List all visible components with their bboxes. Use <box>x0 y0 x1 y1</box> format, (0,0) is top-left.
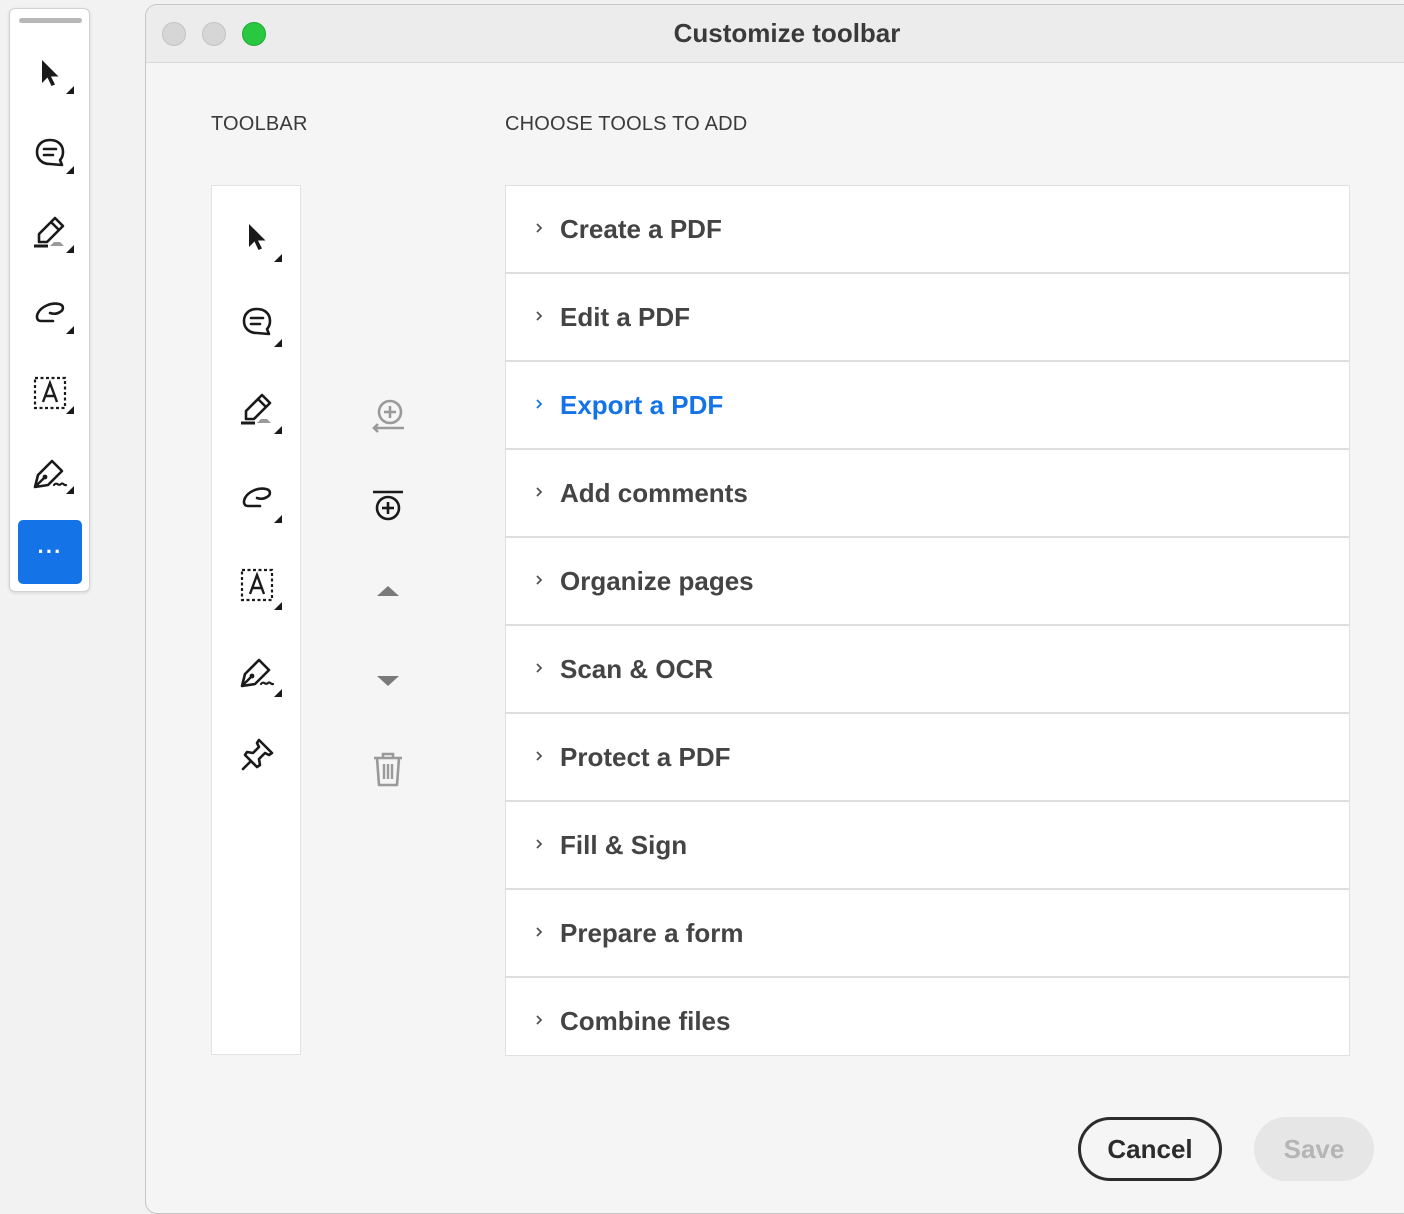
move-down-button[interactable] <box>359 652 417 710</box>
tool-category-label: Add comments <box>560 478 748 508</box>
sign-pen-icon <box>237 652 277 692</box>
chevron-right-icon <box>533 1014 545 1026</box>
move-down-icon <box>374 671 402 691</box>
draw-tool-button[interactable] <box>18 281 82 345</box>
text-box-tool-button[interactable] <box>18 361 82 425</box>
chevron-right-icon <box>533 310 545 322</box>
toolbar-item-comment[interactable] <box>226 291 288 353</box>
more-icon: ··· <box>37 539 63 564</box>
tool-category-label: Scan & OCR <box>560 654 714 684</box>
chevron-right-icon <box>533 750 545 762</box>
tool-category-fill-sign[interactable]: Fill & Sign <box>506 802 1349 890</box>
comment-tool-button[interactable] <box>18 121 82 185</box>
tool-category-combine-files[interactable]: Combine files <box>506 978 1349 1066</box>
highlight-tool-button[interactable] <box>18 200 82 264</box>
highlighter-icon <box>30 212 70 252</box>
delete-icon <box>369 749 407 789</box>
move-up-icon <box>374 581 402 601</box>
toolbar-item-highlight[interactable] <box>226 378 288 440</box>
toolbar-item-text-box[interactable] <box>226 554 288 616</box>
sign-pen-icon <box>30 453 70 493</box>
toolbar-item-sign[interactable] <box>226 641 288 703</box>
tool-category-create-pdf[interactable]: Create a PDF <box>506 186 1349 274</box>
chevron-right-icon <box>533 926 545 938</box>
tool-category-label: Export a PDF <box>560 390 724 420</box>
pin-icon <box>238 736 276 774</box>
select-pointer-icon <box>240 220 274 254</box>
tool-category-label: Organize pages <box>560 566 754 596</box>
freehand-draw-icon <box>31 294 69 332</box>
tool-category-export-pdf[interactable]: Export a PDF <box>506 362 1349 450</box>
customize-toolbar-window: Customize toolbar TOOLBAR CHOOSE TOOLS T… <box>145 4 1404 1214</box>
tool-category-prepare-form[interactable]: Prepare a form <box>506 890 1349 978</box>
chevron-right-icon <box>533 838 545 850</box>
tool-category-protect-pdf[interactable]: Protect a PDF <box>506 714 1349 802</box>
tool-category-label: Combine files <box>560 1006 731 1036</box>
tool-category-label: Fill & Sign <box>560 830 688 860</box>
tool-category-organize-pages[interactable]: Organize pages <box>506 538 1349 626</box>
sign-tool-button[interactable] <box>18 441 82 505</box>
tool-category-add-comments[interactable]: Add comments <box>506 450 1349 538</box>
chevron-right-icon <box>533 398 545 410</box>
toolbar-item-select[interactable] <box>226 206 288 268</box>
chevron-right-icon <box>533 574 545 586</box>
tool-category-scan-ocr[interactable]: Scan & OCR <box>506 626 1349 714</box>
chevron-right-icon <box>533 662 545 674</box>
tool-category-label: Prepare a form <box>560 918 744 948</box>
comment-icon <box>238 303 276 341</box>
comment-icon <box>31 134 69 172</box>
save-button[interactable]: Save <box>1254 1117 1374 1181</box>
more-tools-button[interactable]: ··· <box>18 520 82 584</box>
add-to-toolbar-icon <box>368 395 408 435</box>
choose-tools-list: Create a PDF Edit a PDF Export a PDF Add… <box>505 185 1350 1056</box>
toolbar-heading: TOOLBAR <box>211 113 308 135</box>
chevron-right-icon <box>533 486 545 498</box>
floating-toolbar: ··· <box>9 8 90 592</box>
tool-category-label: Protect a PDF <box>560 742 731 772</box>
select-pointer-icon <box>33 56 67 90</box>
text-box-icon <box>31 374 69 412</box>
tool-category-label: Edit a PDF <box>560 302 691 332</box>
cancel-button[interactable]: Cancel <box>1078 1117 1222 1181</box>
add-divider-icon <box>368 486 408 526</box>
drag-handle[interactable] <box>19 18 82 23</box>
freehand-draw-icon <box>238 479 276 517</box>
window-title: Customize toolbar <box>673 18 901 48</box>
add-divider-button[interactable] <box>359 477 417 535</box>
select-tool-button[interactable] <box>18 41 82 105</box>
tool-category-edit-pdf[interactable]: Edit a PDF <box>506 274 1349 362</box>
chevron-right-icon <box>533 222 545 234</box>
toolbar-item-draw[interactable] <box>226 467 288 529</box>
toolbar-tools-list <box>211 185 301 1055</box>
highlighter-icon <box>237 389 277 429</box>
choose-tools-heading: CHOOSE TOOLS TO ADD <box>505 113 748 135</box>
delete-button[interactable] <box>359 740 417 798</box>
text-box-icon <box>238 566 276 604</box>
title-bar: Customize toolbar <box>146 5 1404 63</box>
toolbar-item-pin[interactable] <box>226 724 288 786</box>
tool-category-label: Create a PDF <box>560 214 722 244</box>
add-to-toolbar-button[interactable] <box>359 386 417 444</box>
move-up-button[interactable] <box>359 562 417 620</box>
